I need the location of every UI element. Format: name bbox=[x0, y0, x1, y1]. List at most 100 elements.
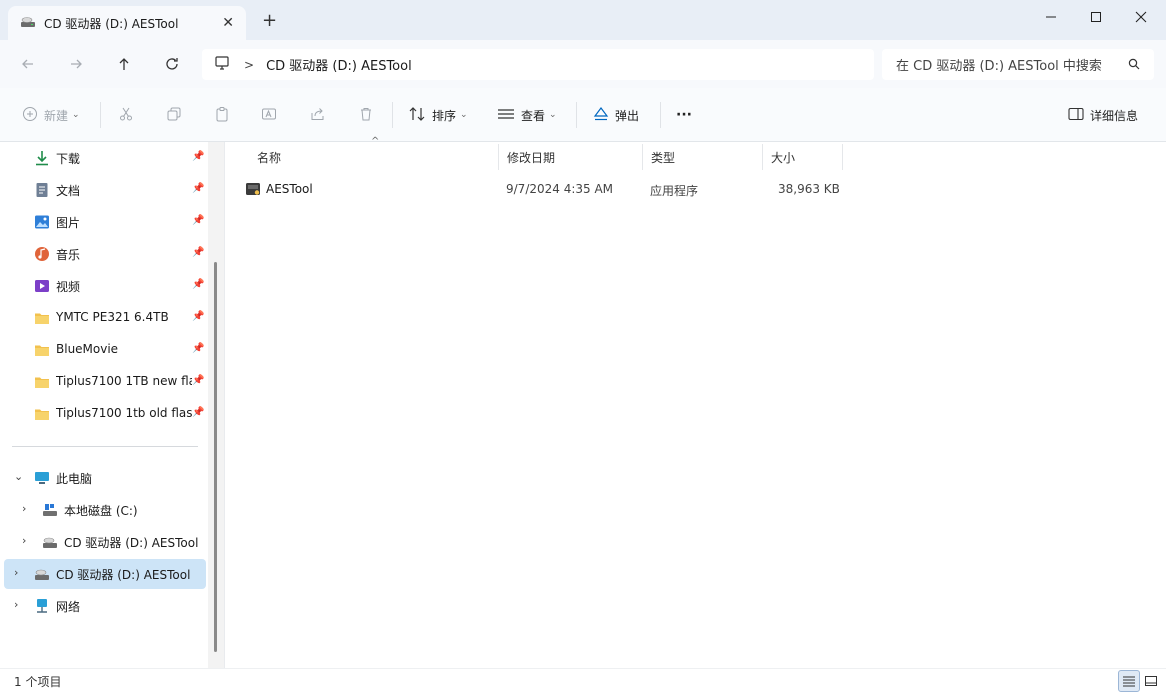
eject-button[interactable]: 弹出 bbox=[593, 104, 639, 126]
sidebar-item-this-pc[interactable]: ⌄ 此电脑 bbox=[4, 463, 206, 493]
details-view-button[interactable] bbox=[1118, 670, 1140, 692]
sidebar-item-drive-c[interactable]: › 本地磁盘 (C:) bbox=[4, 495, 206, 525]
pin-icon[interactable]: 📌 bbox=[192, 407, 204, 418]
eject-icon bbox=[593, 106, 609, 125]
sidebar-item-music[interactable]: 音乐 📌 bbox=[4, 239, 206, 269]
column-header-modified[interactable]: 修改日期 bbox=[499, 144, 643, 170]
copy-button[interactable] bbox=[166, 104, 182, 126]
more-options-button[interactable]: ··· bbox=[676, 104, 692, 126]
sidebar-item-label: Tiplus7100 1tb old flasl bbox=[56, 406, 192, 420]
tab-cd-drive[interactable]: CD 驱动器 (D:) AESTool ✕ bbox=[8, 6, 246, 40]
chevron-right-icon[interactable]: › bbox=[22, 534, 26, 547]
sidebar-item-folder[interactable]: YMTC PE321 6.4TB 📌 bbox=[4, 303, 206, 333]
application-icon bbox=[245, 181, 261, 200]
pictures-icon bbox=[34, 214, 50, 230]
pin-icon[interactable]: 📌 bbox=[192, 375, 204, 386]
sidebar-item-label: 音乐 bbox=[56, 248, 81, 262]
toolbar-divider bbox=[392, 102, 393, 128]
tiles-view-button[interactable] bbox=[1140, 670, 1162, 692]
sidebar-item-label: Tiplus7100 1TB new fla bbox=[56, 374, 192, 388]
details-pane-button[interactable]: 详细信息 bbox=[1068, 104, 1138, 126]
sidebar-item-label: BlueMovie bbox=[56, 342, 119, 356]
chevron-right-icon[interactable]: › bbox=[14, 566, 18, 579]
sidebar-item-documents[interactable]: 文档 📌 bbox=[4, 175, 206, 205]
scissors-icon bbox=[118, 106, 134, 125]
paste-button[interactable] bbox=[214, 104, 230, 126]
new-label: 新建 bbox=[44, 108, 69, 123]
back-button[interactable] bbox=[16, 52, 40, 76]
navigation-bar: > CD 驱动器 (D:) AESTool 在 CD 驱动器 (D:) AEST… bbox=[0, 40, 1166, 88]
sidebar-item-network[interactable]: › 网络 bbox=[4, 591, 206, 621]
sidebar-item-videos[interactable]: 视频 📌 bbox=[4, 271, 206, 301]
view-label: 查看 bbox=[521, 108, 546, 123]
details-pane-icon bbox=[1068, 107, 1084, 124]
toolbar-divider bbox=[576, 102, 577, 128]
up-button[interactable] bbox=[112, 52, 136, 76]
sort-label: 排序 bbox=[432, 108, 457, 123]
toolbar-divider bbox=[660, 102, 661, 128]
file-size: 38,963 KB bbox=[778, 182, 840, 196]
sidebar-item-cd-drive-selected[interactable]: › CD 驱动器 (D:) AESTool bbox=[4, 559, 206, 589]
share-button[interactable] bbox=[310, 104, 326, 126]
sidebar-item-folder[interactable]: BlueMovie 📌 bbox=[4, 335, 206, 365]
table-row[interactable]: AESTool 9/7/2024 4:35 AM 应用程序 38,963 KB bbox=[239, 176, 840, 202]
search-input[interactable]: 在 CD 驱动器 (D:) AESTool 中搜索 bbox=[896, 55, 1102, 74]
pin-icon[interactable]: 📌 bbox=[192, 151, 204, 162]
chevron-down-icon[interactable]: ⌄ bbox=[14, 470, 23, 483]
new-tab-button[interactable]: + bbox=[262, 12, 277, 30]
rename-button[interactable] bbox=[261, 104, 277, 126]
new-button[interactable]: 新建 ⌄ bbox=[22, 104, 80, 126]
address-bar[interactable]: > CD 驱动器 (D:) AESTool bbox=[202, 49, 874, 80]
breadcrumb-path[interactable]: CD 驱动器 (D:) AESTool bbox=[266, 55, 412, 74]
sidebar-item-label: 此电脑 bbox=[56, 472, 93, 486]
pin-icon[interactable]: 📌 bbox=[192, 279, 204, 290]
sidebar-item-label: 本地磁盘 (C:) bbox=[64, 504, 138, 518]
sidebar-scrollbar[interactable] bbox=[208, 142, 224, 668]
pin-icon[interactable]: 📌 bbox=[192, 311, 204, 322]
column-header-name[interactable]: 名称 bbox=[249, 144, 499, 170]
sidebar-item-folder[interactable]: Tiplus7100 1tb old flasl 📌 bbox=[4, 399, 206, 429]
cd-drive-icon bbox=[42, 534, 58, 550]
sidebar-item-downloads[interactable]: 下载 📌 bbox=[4, 143, 206, 173]
trash-icon bbox=[358, 106, 374, 125]
sidebar-item-label: 视频 bbox=[56, 280, 81, 294]
sidebar-item-drive-d[interactable]: › CD 驱动器 (D:) AESTool bbox=[4, 527, 206, 557]
cut-button[interactable] bbox=[118, 104, 134, 126]
column-header-type[interactable]: 类型 bbox=[643, 144, 763, 170]
view-button[interactable]: 查看 ⌄ bbox=[497, 104, 557, 126]
chevron-right-icon[interactable]: › bbox=[22, 502, 26, 515]
column-header-size[interactable]: 大小 bbox=[763, 144, 843, 170]
sidebar-item-label: YMTC PE321 6.4TB bbox=[56, 310, 169, 324]
scrollbar-thumb[interactable] bbox=[214, 262, 217, 652]
pin-icon[interactable]: 📌 bbox=[192, 183, 204, 194]
sidebar-item-label: CD 驱动器 (D:) AESTool bbox=[56, 568, 191, 582]
column-header-label: 修改日期 bbox=[507, 150, 556, 165]
chevron-down-icon: ⌄ bbox=[549, 110, 557, 120]
forward-button[interactable] bbox=[64, 52, 88, 76]
maximize-button[interactable] bbox=[1073, 6, 1119, 28]
drive-icon bbox=[42, 502, 58, 518]
sidebar-item-folder[interactable]: Tiplus7100 1TB new fla 📌 bbox=[4, 367, 206, 397]
rename-icon bbox=[261, 106, 277, 125]
pin-icon[interactable]: 📌 bbox=[192, 215, 204, 226]
refresh-button[interactable] bbox=[160, 52, 184, 76]
sidebar-item-pictures[interactable]: 图片 📌 bbox=[4, 207, 206, 237]
title-bar: CD 驱动器 (D:) AESTool ✕ + bbox=[0, 0, 1166, 40]
cd-drive-icon bbox=[34, 566, 50, 582]
item-count: 1 个项目 bbox=[14, 675, 62, 689]
file-modified: 9/7/2024 4:35 AM bbox=[506, 182, 614, 196]
search-box[interactable]: 在 CD 驱动器 (D:) AESTool 中搜索 bbox=[882, 49, 1154, 80]
delete-button[interactable] bbox=[358, 104, 374, 126]
computer-icon bbox=[214, 55, 230, 74]
details-label: 详细信息 bbox=[1090, 108, 1139, 123]
file-list: ^ 名称 修改日期 类型 大小 AESTool 9/7/2024 4:35 AM… bbox=[224, 136, 1166, 668]
chevron-right-icon[interactable]: › bbox=[14, 598, 18, 611]
pin-icon[interactable]: 📌 bbox=[192, 343, 204, 354]
more-icon: ··· bbox=[676, 107, 692, 123]
close-button[interactable] bbox=[1118, 6, 1164, 28]
tab-close-icon[interactable]: ✕ bbox=[222, 15, 234, 31]
minimize-button[interactable] bbox=[1028, 6, 1074, 28]
sort-button[interactable]: 排序 ⌄ bbox=[408, 104, 468, 126]
download-icon bbox=[34, 150, 50, 166]
pin-icon[interactable]: 📌 bbox=[192, 247, 204, 258]
